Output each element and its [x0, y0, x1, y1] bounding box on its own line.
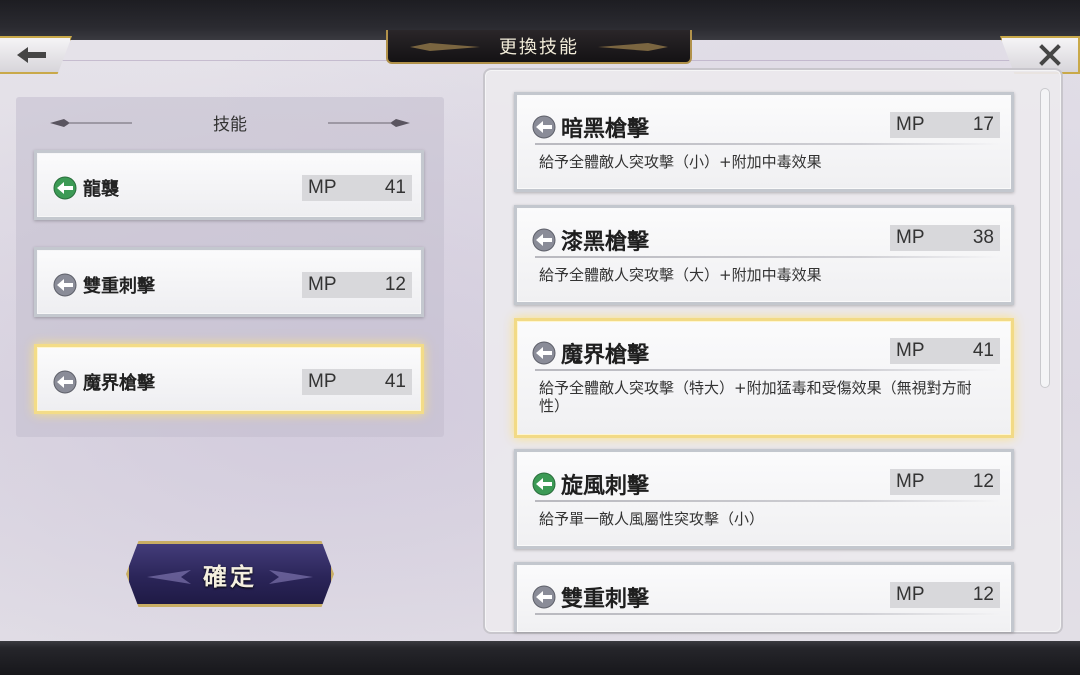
mp-value: 12 [972, 584, 994, 605]
back-button[interactable] [0, 36, 72, 74]
mp-value: 41 [384, 177, 406, 198]
mp-label: MP [896, 471, 925, 492]
skill-name: 龍襲 [83, 179, 119, 200]
arrow-ornament-icon [147, 570, 191, 584]
mp-label: MP [896, 114, 925, 135]
grey-arrow-orb-icon [53, 370, 77, 394]
grey-arrow-orb-icon [532, 115, 556, 139]
mp-value: 17 [972, 114, 994, 135]
grey-arrow-orb-icon [532, 585, 556, 609]
wing-ornament-icon [328, 119, 410, 127]
skill-card-1[interactable]: 暗黑槍擊 MP 17 給予全體敵人突攻擊（小）+附加中毒效果 [514, 92, 1014, 192]
mp-value: 41 [972, 340, 994, 361]
mp-cost-box: MP 12 [302, 272, 412, 298]
grey-arrow-orb-icon [532, 228, 556, 252]
screen-title: 更換技能 [499, 37, 579, 58]
mp-cost-box: MP 12 [890, 469, 1000, 495]
decor-line [40, 60, 390, 61]
skill-card-5[interactable]: 雙重刺擊 MP 12 [514, 562, 1014, 632]
game-screen: 更換技能 技能 龍襲 MP 41 雙重刺擊 MP 12 魔界槍擊 MP 41 確… [0, 0, 1080, 675]
skill-name: 魔界槍擊 [561, 342, 650, 368]
skill-name: 雙重刺擊 [561, 586, 650, 612]
mp-value: 38 [972, 227, 994, 248]
mp-cost-box: MP 17 [890, 112, 1000, 138]
mp-label: MP [896, 227, 925, 248]
skill-description: 給予單一敵人風屬性突攻擊（小） [539, 510, 765, 528]
close-icon [1039, 44, 1061, 66]
mp-value: 41 [384, 371, 406, 392]
equipped-skills-heading: 技能 [213, 114, 247, 135]
mp-cost-box: MP 38 [890, 225, 1000, 251]
divider [535, 256, 1000, 258]
equipped-skills-header: 技能 [46, 108, 414, 136]
skill-card-2[interactable]: 漆黑槍擊 MP 38 給予全體敵人突攻擊（大）+附加中毒效果 [514, 205, 1014, 305]
mp-label: MP [896, 340, 925, 361]
skill-list-scrollbar[interactable] [1040, 88, 1050, 388]
confirm-button[interactable]: 確定 [126, 541, 334, 607]
mp-label: MP [308, 177, 337, 198]
skill-card-4[interactable]: 旋風刺擊 MP 12 給予單一敵人風屬性突攻擊（小） [514, 449, 1014, 549]
divider [535, 500, 1000, 502]
screen-title-plate: 更換技能 [386, 30, 692, 64]
green-arrow-orb-icon [53, 176, 77, 200]
mp-label: MP [308, 371, 337, 392]
skill-description: 給予全體敵人突攻擊（特大）+附加猛毒和受傷效果（無視對方耐性） [539, 379, 972, 415]
decor-line [690, 60, 1010, 61]
skill-description: 給予全體敵人突攻擊（小）+附加中毒效果 [539, 153, 822, 171]
mp-cost-box: MP 41 [302, 369, 412, 395]
skill-name: 暗黑槍擊 [561, 116, 650, 142]
divider [535, 143, 1000, 145]
ornament-icon [410, 43, 480, 51]
mp-cost-box: MP 12 [890, 582, 1000, 608]
grey-arrow-orb-icon [532, 341, 556, 365]
arrow-ornament-icon [269, 570, 313, 584]
mp-value: 12 [384, 274, 406, 295]
grey-arrow-orb-icon [53, 273, 77, 297]
divider [535, 369, 1000, 371]
skill-name: 漆黑槍擊 [561, 229, 650, 255]
back-arrow-icon [17, 47, 46, 63]
skill-description: 給予全體敵人突攻擊（大）+附加中毒效果 [539, 266, 822, 284]
equipped-skill-slot-1[interactable]: 龍襲 MP 41 [34, 150, 424, 220]
mp-value: 12 [972, 471, 994, 492]
bottom-bar [0, 641, 1080, 675]
mp-cost-box: MP 41 [302, 175, 412, 201]
skill-card-3[interactable]: 魔界槍擊 MP 41 給予全體敵人突攻擊（特大）+附加猛毒和受傷效果（無視對方耐… [514, 318, 1014, 438]
ornament-icon [598, 43, 668, 51]
green-arrow-orb-icon [532, 472, 556, 496]
equipped-skill-slot-2[interactable]: 雙重刺擊 MP 12 [34, 247, 424, 317]
confirm-label: 確定 [203, 561, 257, 591]
equipped-skill-slot-3[interactable]: 魔界槍擊 MP 41 [34, 344, 424, 414]
wing-ornament-icon [50, 119, 132, 127]
skill-name: 魔界槍擊 [83, 373, 155, 394]
mp-label: MP [308, 274, 337, 295]
skill-name: 雙重刺擊 [83, 276, 155, 297]
skill-name: 旋風刺擊 [561, 473, 650, 499]
mp-label: MP [896, 584, 925, 605]
mp-cost-box: MP 41 [890, 338, 1000, 364]
divider [535, 613, 1000, 615]
